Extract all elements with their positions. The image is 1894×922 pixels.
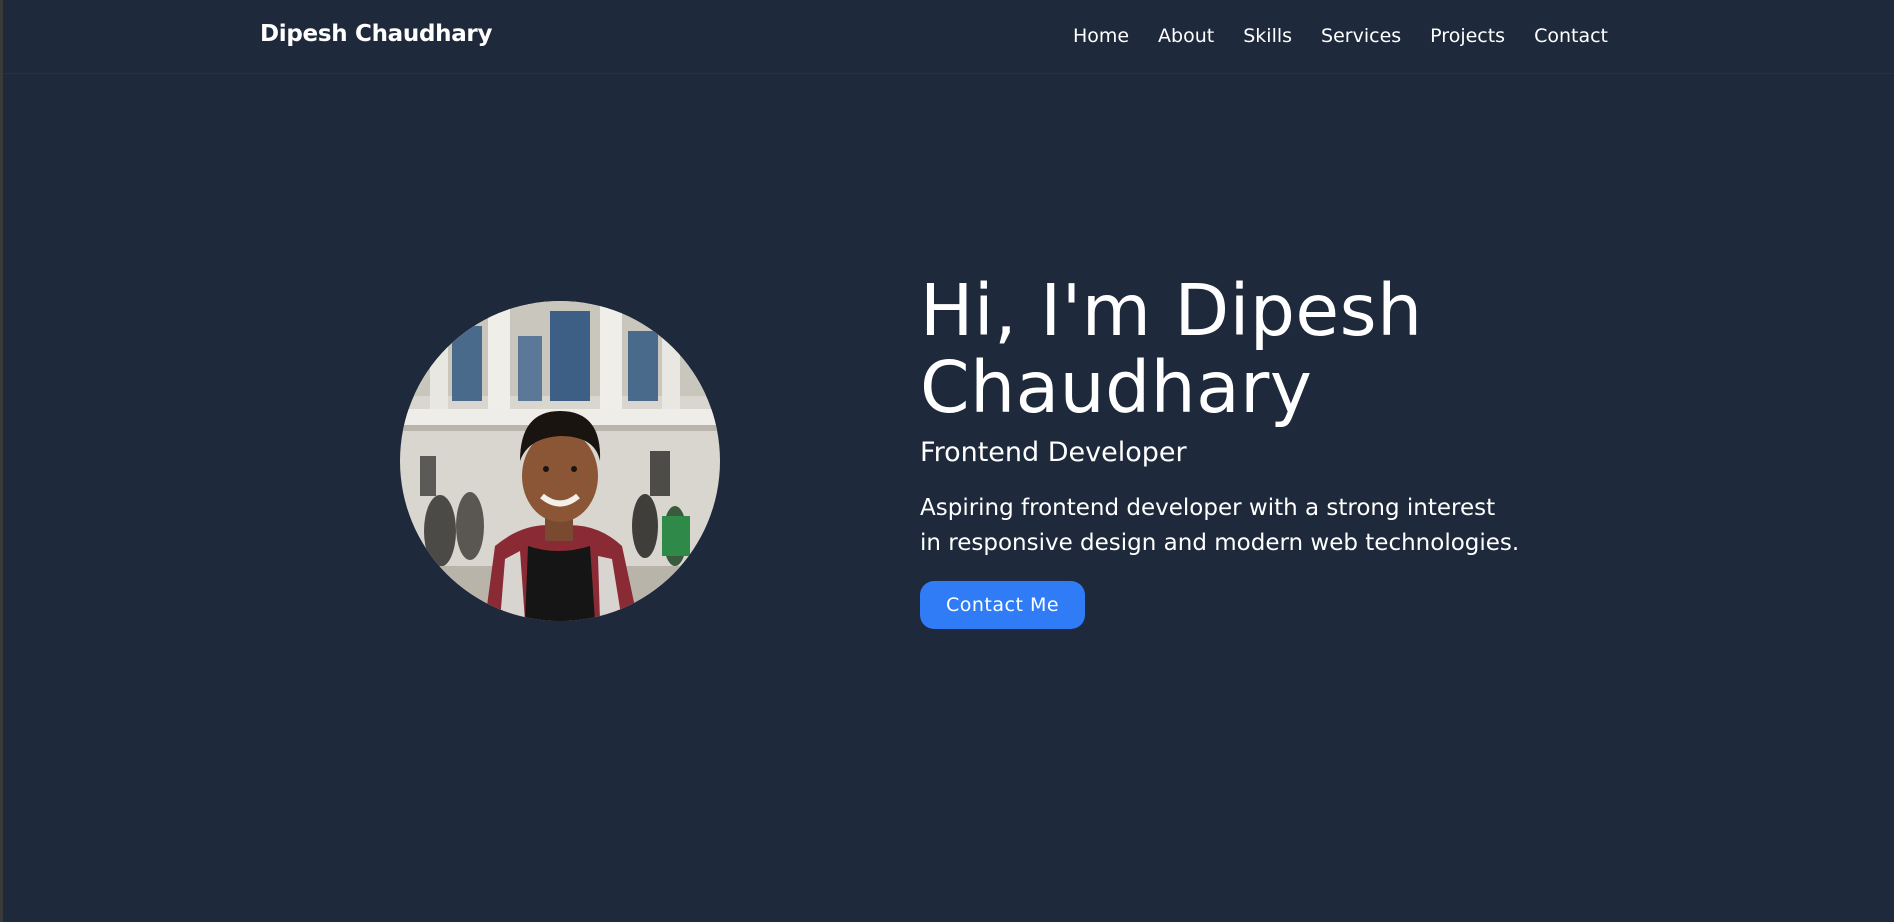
hero-description: Aspiring frontend developer with a stron… <box>920 495 1520 556</box>
hero-subtitle: Frontend Developer <box>920 437 1187 468</box>
nav-links: Home About Skills Services Projects Cont… <box>1073 25 1608 47</box>
hero-title: Hi, I'm Dipesh Chaudhary <box>920 269 1423 429</box>
contact-me-button[interactable]: Contact Me <box>920 581 1086 629</box>
hero: Hi, I'm Dipesh Chaudhary Frontend Develo… <box>920 272 1560 629</box>
nav-link-skills[interactable]: Skills <box>1243 25 1292 47</box>
nav-link-about[interactable]: About <box>1158 25 1214 47</box>
nav-link-home[interactable]: Home <box>1073 25 1129 47</box>
profile-photo <box>400 301 720 621</box>
page: Dipesh Chaudhary Home About Skills Servi… <box>3 0 1894 922</box>
brand-logo[interactable]: Dipesh Chaudhary <box>260 21 492 47</box>
nav-link-contact[interactable]: Contact <box>1534 25 1608 47</box>
navbar: Dipesh Chaudhary Home About Skills Servi… <box>3 0 1894 74</box>
nav-link-services[interactable]: Services <box>1321 25 1401 47</box>
nav-link-projects[interactable]: Projects <box>1430 25 1505 47</box>
